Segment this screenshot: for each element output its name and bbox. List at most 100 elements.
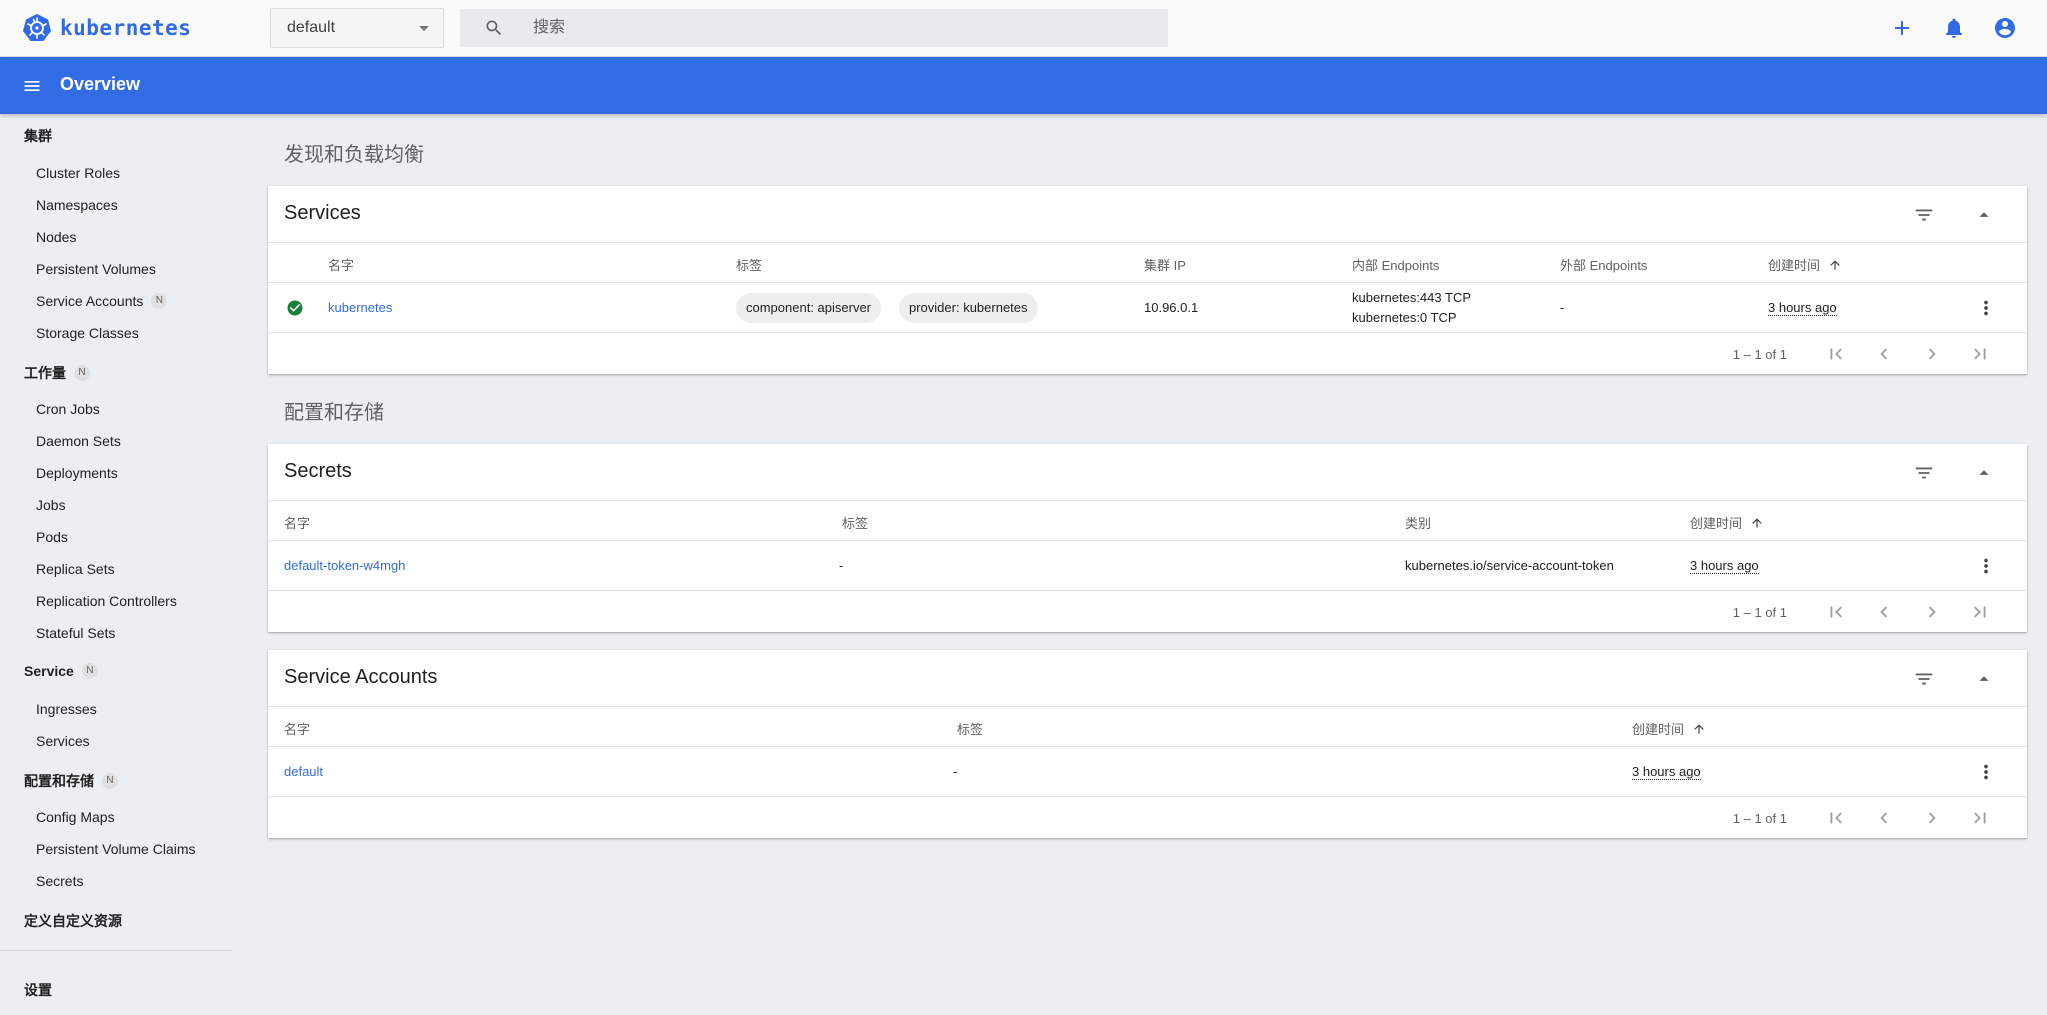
sidebar-item-persistent-volume-claims[interactable]: Persistent Volume Claims [36, 841, 196, 857]
sidebar-section-config-storage[interactable]: 配置和存储 N [24, 771, 118, 791]
sidebar-item-label: Storage Classes [36, 325, 139, 341]
column-name[interactable]: 名字 [284, 719, 310, 738]
sort-ascending-icon[interactable] [1692, 722, 1706, 736]
sidebar-item-deployments[interactable]: Deployments [36, 465, 118, 481]
sidebar-item-label: Namespaces [36, 197, 118, 213]
group-title-discovery: 发现和负载均衡 [284, 144, 424, 166]
sidebar-item-label: Daemon Sets [36, 433, 121, 449]
next-page-icon[interactable] [1921, 343, 1943, 365]
filter-icon[interactable] [1913, 462, 1935, 484]
page-range: 1 – 1 of 1 [1732, 811, 1787, 826]
collapse-icon[interactable] [1973, 204, 1995, 226]
collapse-icon[interactable] [1973, 462, 1995, 484]
sidebar-item-services[interactable]: Services [36, 733, 90, 749]
column-type: 类别 [1405, 516, 1432, 531]
sidebar-item-config-maps[interactable]: Config Maps [36, 809, 115, 825]
created-time: 3 hours ago [1768, 300, 1837, 316]
sidebar-item-label: Secrets [36, 873, 84, 889]
label-chip: component: apiserver [736, 293, 882, 323]
column-labels: 标签 [842, 516, 869, 531]
sidebar-section-cluster[interactable]: 集群 [24, 126, 52, 146]
last-page-icon[interactable] [1969, 807, 1991, 829]
sort-ascending-icon[interactable] [1750, 516, 1764, 530]
column-name[interactable]: 名字 [328, 255, 354, 274]
sidebar-item-secrets[interactable]: Secrets [36, 873, 83, 889]
sidebar-section-crd[interactable]: 定义自定义资源 [24, 911, 122, 931]
first-page-icon[interactable] [1825, 601, 1847, 623]
column-labels: 标签 [736, 258, 763, 273]
sidebar-section-settings[interactable]: 设置 [24, 980, 52, 1000]
sidebar-item-pods[interactable]: Pods [36, 529, 68, 545]
service-account-name-link[interactable]: default [284, 764, 323, 779]
created-time: 3 hours ago [1690, 558, 1759, 574]
brand[interactable]: kubernetes [22, 13, 191, 43]
group-title-config-storage: 配置和存储 [284, 402, 384, 424]
secret-name-link[interactable]: default-token-w4mgh [284, 558, 405, 573]
sidebar-item-service-accounts[interactable]: Service Accounts N [36, 293, 168, 309]
next-page-icon[interactable] [1921, 601, 1943, 623]
top-bar: kubernetes default [0, 0, 2047, 57]
sidebar-item-cluster-roles[interactable]: Cluster Roles [36, 165, 120, 181]
more-vert-icon[interactable] [1975, 761, 1997, 783]
column-created[interactable]: 创建时间 [1632, 719, 1706, 738]
notifications-icon[interactable] [1942, 16, 1966, 40]
filter-icon[interactable] [1913, 204, 1935, 226]
collapse-icon[interactable] [1973, 668, 1995, 690]
next-page-icon[interactable] [1921, 807, 1943, 829]
more-vert-icon[interactable] [1975, 555, 1997, 577]
search-input[interactable] [533, 9, 1153, 47]
sidebar-item-daemon-sets[interactable]: Daemon Sets [36, 433, 121, 449]
sidebar-section-workloads[interactable]: 工作量 N [24, 363, 90, 383]
sidebar-item-label: Replication Controllers [36, 593, 177, 609]
sidebar-item-label: Cron Jobs [36, 401, 100, 417]
menu-icon[interactable] [21, 76, 43, 96]
last-page-icon[interactable] [1969, 343, 1991, 365]
search-bar [460, 9, 1168, 47]
sidebar-item-replica-sets[interactable]: Replica Sets [36, 561, 115, 577]
services-card: Services 名字 标签 集群 IP 内部 Endpoints 外部 End… [268, 186, 2027, 374]
labels-value: - [953, 764, 958, 779]
table-header: 名字 标签 创建时间 [268, 707, 2027, 747]
column-created[interactable]: 创建时间 [1690, 513, 1764, 532]
sidebar-section-label: 工作量 [24, 365, 66, 381]
brand-name: kubernetes [60, 16, 192, 40]
caret-down-icon [419, 26, 429, 31]
card-title: Services [284, 202, 361, 224]
sidebar-item-jobs[interactable]: Jobs [36, 497, 66, 513]
sidebar-item-replication-controllers[interactable]: Replication Controllers [36, 593, 177, 609]
table-row: default-token-w4mgh - kubernetes.io/serv… [268, 541, 2027, 591]
sidebar-item-storage-classes[interactable]: Storage Classes [36, 325, 139, 341]
sidebar-item-stateful-sets[interactable]: Stateful Sets [36, 625, 115, 641]
previous-page-icon[interactable] [1873, 343, 1895, 365]
table-header: 名字 标签 类别 创建时间 [268, 501, 2027, 541]
column-created[interactable]: 创建时间 [1768, 255, 1842, 274]
previous-page-icon[interactable] [1873, 601, 1895, 623]
service-name-link[interactable]: kubernetes [328, 300, 392, 315]
column-name[interactable]: 名字 [284, 513, 310, 532]
first-page-icon[interactable] [1825, 807, 1847, 829]
previous-page-icon[interactable] [1873, 807, 1895, 829]
account-icon[interactable] [1993, 16, 2017, 40]
filter-icon[interactable] [1913, 668, 1935, 690]
service-accounts-card: Service Accounts 名字 标签 创建时间 default - 3 … [268, 650, 2027, 838]
sort-ascending-icon[interactable] [1828, 258, 1842, 272]
sidebar-section-service[interactable]: Service N [24, 663, 98, 679]
table-row: kubernetes component: apiserver provider… [268, 283, 2027, 333]
more-vert-icon[interactable] [1975, 297, 1997, 319]
sidebar-item-ingresses[interactable]: Ingresses [36, 701, 97, 717]
sidebar-item-namespaces[interactable]: Namespaces [36, 197, 118, 213]
add-icon[interactable] [1890, 16, 1914, 40]
first-page-icon[interactable] [1825, 343, 1847, 365]
sidebar-item-nodes[interactable]: Nodes [36, 229, 76, 245]
table-header: 名字 标签 集群 IP 内部 Endpoints 外部 Endpoints 创建… [268, 243, 2027, 283]
external-endpoint-value: - [1560, 300, 1565, 315]
new-badge: N [81, 663, 98, 679]
new-badge: N [74, 365, 90, 381]
last-page-icon[interactable] [1969, 601, 1991, 623]
page-range: 1 – 1 of 1 [1732, 605, 1787, 620]
page-header: Overview [0, 57, 2047, 114]
sidebar-item-cron-jobs[interactable]: Cron Jobs [36, 401, 100, 417]
sidebar-item-persistent-volumes[interactable]: Persistent Volumes [36, 261, 156, 277]
namespace-select[interactable]: default [270, 8, 444, 48]
sidebar-section-label: Service [24, 663, 74, 679]
